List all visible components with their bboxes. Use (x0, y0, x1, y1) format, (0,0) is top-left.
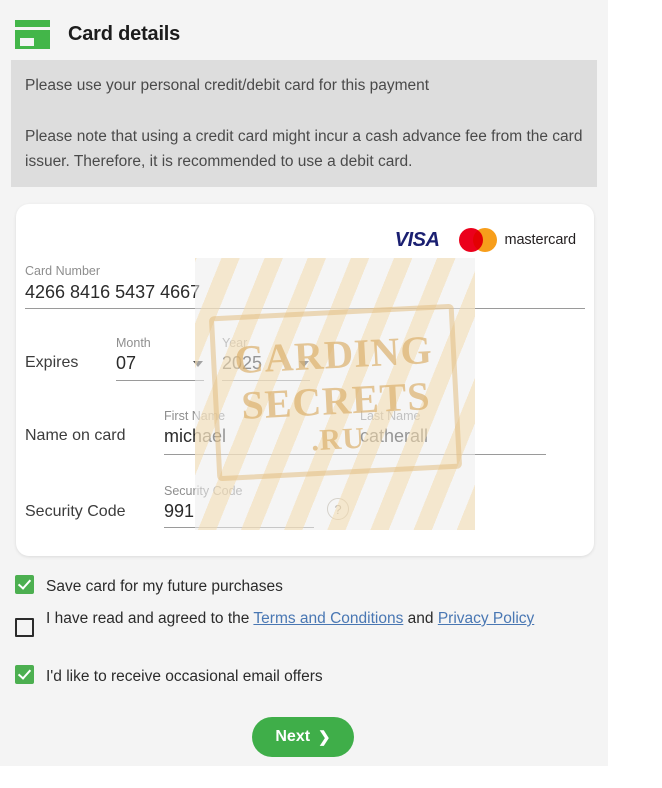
expires-row-label: Expires (25, 354, 79, 371)
mastercard-circles-icon (459, 228, 498, 252)
month-select[interactable]: 07 (116, 353, 136, 374)
first-name-input[interactable]: michael (164, 426, 226, 447)
year-label: Year (222, 336, 248, 350)
terms-and-conditions-link[interactable]: Terms and Conditions (253, 610, 403, 627)
terms-checkbox-row[interactable]: I have read and agreed to the Terms and … (15, 607, 575, 637)
terms-label: I have read and agreed to the Terms and … (46, 607, 534, 631)
card-number-label: Card Number (25, 264, 101, 278)
email-offers-checkbox-row[interactable]: I'd like to receive occasional email off… (15, 665, 575, 689)
notice-cash-advance-fee: Please note that using a credit card mig… (11, 111, 597, 187)
save-card-checkbox[interactable] (15, 575, 34, 594)
next-button-label: Next (275, 728, 311, 745)
save-card-checkbox-row[interactable]: Save card for my future purchases (15, 575, 575, 599)
month-chevron-down-icon[interactable] (193, 361, 203, 367)
first-name-label: First Name (164, 409, 226, 423)
card-number-underline (25, 308, 585, 309)
security-code-label: Security Code (164, 484, 243, 498)
email-offers-label: I'd like to receive occasional email off… (46, 668, 323, 685)
save-card-label: Save card for my future purchases (46, 578, 283, 595)
year-underline (222, 380, 310, 381)
security-code-help-icon[interactable]: ? (327, 498, 349, 520)
page-header: Card details (12, 16, 180, 52)
notice-personal-card: Please use your personal credit/debit ca… (11, 60, 597, 111)
last-name-label: Last Name (360, 409, 421, 423)
terms-text-before: I have read and agreed to the (46, 610, 254, 627)
terms-text-middle: and (403, 610, 438, 627)
chevron-right-icon: ❯ (318, 728, 331, 746)
security-code-row-label: Security Code (25, 503, 126, 520)
terms-checkbox[interactable] (15, 618, 34, 637)
year-chevron-down-icon[interactable] (299, 361, 309, 367)
mastercard-label: mastercard (504, 232, 576, 248)
security-code-underline (164, 527, 314, 528)
page-title: Card details (68, 22, 181, 45)
card-number-input[interactable]: 4266 8416 5437 4667 (25, 282, 200, 303)
credit-card-icon (12, 19, 52, 49)
month-underline (116, 380, 204, 381)
mastercard-logo: mastercard (459, 228, 576, 252)
name-underline (164, 454, 546, 455)
next-button[interactable]: Next ❯ (252, 717, 354, 757)
privacy-policy-link[interactable]: Privacy Policy (438, 610, 534, 627)
card-form-panel: VISA mastercard Card Number 4266 8416 54… (16, 204, 594, 556)
accepted-brands: VISA mastercard (395, 228, 576, 252)
payment-page: Card details Please use your personal cr… (0, 0, 662, 788)
email-offers-checkbox[interactable] (15, 665, 34, 684)
last-name-input[interactable]: catherall (360, 426, 428, 447)
security-code-input[interactable]: 991 (164, 501, 194, 522)
year-select[interactable]: 2025 (222, 353, 262, 374)
month-label: Month (116, 336, 151, 350)
name-row-label: Name on card (25, 427, 126, 444)
visa-logo: VISA (394, 228, 440, 251)
